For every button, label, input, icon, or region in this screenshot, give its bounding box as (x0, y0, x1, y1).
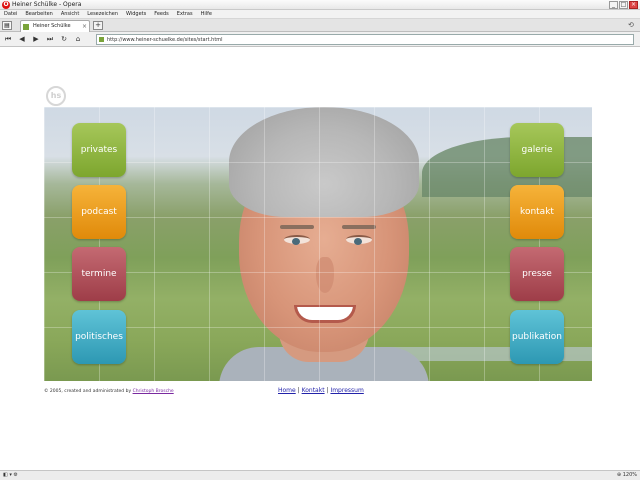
menu-extras[interactable]: Extras (177, 10, 193, 18)
new-tab-button[interactable]: + (93, 21, 103, 30)
nav-button-termine[interactable]: termine (72, 247, 126, 301)
tab-active[interactable]: Heiner Schülke × (20, 20, 90, 32)
page-content: hs privates podcast termine politisches … (0, 47, 640, 467)
back-first-icon[interactable]: ⏮ (3, 35, 13, 44)
nav-button-publikation[interactable]: publikation (510, 310, 564, 364)
nav-button-podcast[interactable]: podcast (72, 185, 126, 239)
site-logo[interactable]: hs (46, 86, 66, 106)
back-icon[interactable]: ◀ (17, 35, 27, 44)
menu-ansicht[interactable]: Ansicht (61, 10, 79, 18)
footer-separator: | (297, 387, 300, 394)
menu-bearbeiten[interactable]: Bearbeiten (25, 10, 52, 18)
header-banner: privates podcast termine politisches gal… (44, 107, 592, 381)
footer-link-home[interactable]: Home (278, 387, 296, 394)
nav-button-presse[interactable]: presse (510, 247, 564, 301)
nav-button-kontakt[interactable]: kontakt (510, 185, 564, 239)
forward-icon[interactable]: ▶ (31, 35, 41, 44)
window-controls: _ □ × (609, 1, 638, 9)
footer-copyright: © 2005, created and administrated by Chr… (44, 389, 174, 394)
status-bar: ◧ ▾ ⚙ ⊕ 120% (0, 470, 640, 480)
nav-button-galerie[interactable]: galerie (510, 123, 564, 177)
copyright-text: © 2005, created and administrated by (44, 389, 132, 394)
browser-window: O Heiner Schülke - Opera _ □ × Datei Bea… (0, 0, 640, 480)
status-icons[interactable]: ◧ ▾ ⚙ (3, 471, 18, 480)
favicon-icon (23, 24, 29, 30)
opera-logo-icon: O (2, 1, 10, 9)
maximize-button[interactable]: □ (619, 1, 628, 9)
home-icon[interactable]: ⌂ (73, 35, 83, 44)
address-field[interactable]: http://www.heiner-schuelke.de/sites/star… (96, 34, 634, 45)
tab-close-icon[interactable]: × (82, 21, 87, 32)
menu-lesezeichen[interactable]: Lesezeichen (87, 10, 118, 18)
nav-button-politisches[interactable]: politisches (72, 310, 126, 364)
menu-hilfe[interactable]: Hilfe (201, 10, 212, 18)
title-bar: O Heiner Schülke - Opera _ □ × (0, 0, 640, 10)
menu-datei[interactable]: Datei (4, 10, 17, 18)
address-favicon-icon (99, 37, 104, 42)
address-url: http://www.heiner-schuelke.de/sites/star… (107, 37, 223, 43)
author-link[interactable]: Christoph Brosche (133, 389, 174, 394)
close-button[interactable]: × (629, 1, 638, 9)
reload-icon[interactable]: ↻ (59, 35, 69, 44)
footer-link-impressum[interactable]: Impressum (330, 387, 363, 394)
panels-toggle-icon[interactable]: ▤ (2, 21, 12, 30)
zoom-level[interactable]: ⊕ 120% (617, 471, 637, 480)
closed-tabs-icon[interactable]: ⟲ (628, 21, 637, 30)
navigation-bar: ⏮ ◀ ▶ ⏭ ↻ ⌂ http://www.heiner-schuelke.d… (0, 32, 640, 47)
window-title: Heiner Schülke - Opera (12, 1, 82, 8)
footer-link-kontakt[interactable]: Kontakt (302, 387, 325, 394)
nav-button-privates[interactable]: privates (72, 123, 126, 177)
footer-separator: | (326, 387, 329, 394)
zoom-value: 120% (622, 472, 637, 478)
menu-bar: Datei Bearbeiten Ansicht Lesezeichen Wid… (0, 10, 640, 19)
minimize-button[interactable]: _ (609, 1, 618, 9)
menu-widgets[interactable]: Widgets (126, 10, 146, 18)
tab-label: Heiner Schülke (33, 23, 71, 29)
footer-links: Home | Kontakt | Impressum (278, 387, 364, 394)
tab-bar: ▤ Heiner Schülke × + ⟲ (0, 19, 640, 32)
forward-last-icon[interactable]: ⏭ (45, 35, 55, 44)
menu-feeds[interactable]: Feeds (154, 10, 169, 18)
